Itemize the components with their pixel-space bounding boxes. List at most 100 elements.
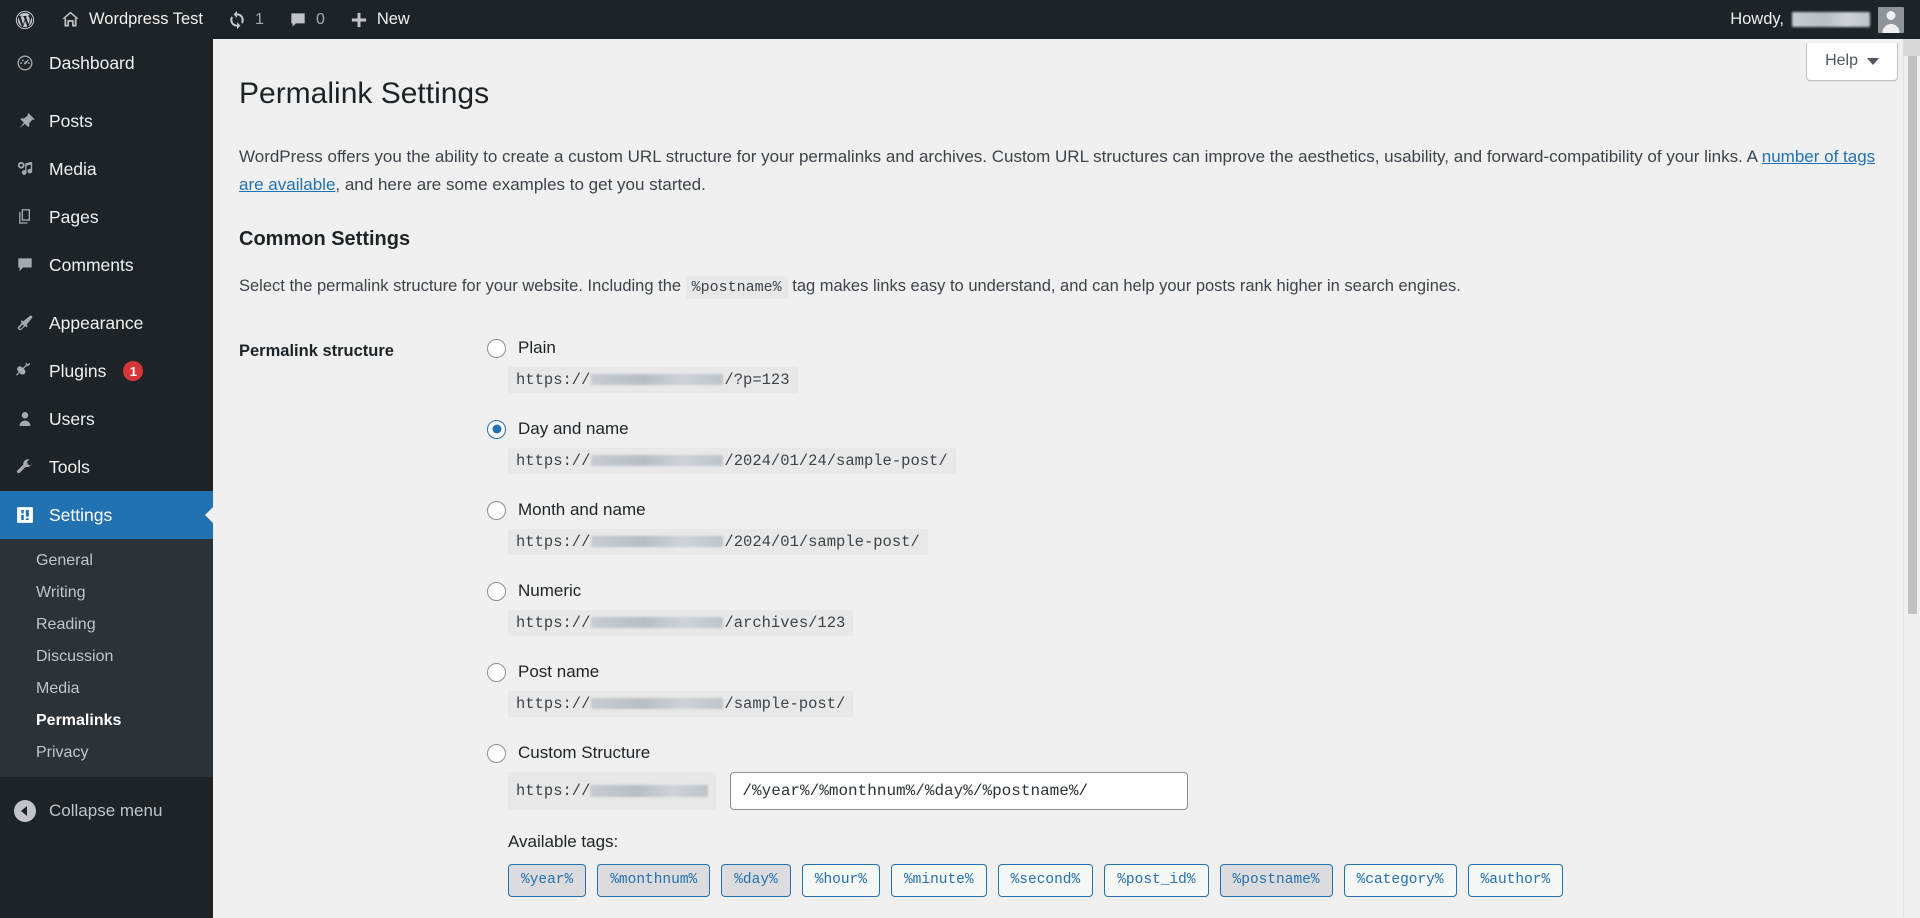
updates-icon <box>227 10 247 30</box>
sidebar-subitem-reading[interactable]: Reading <box>0 609 213 641</box>
new-label: New <box>376 10 410 28</box>
permalink-option-label[interactable]: Numeric <box>518 581 581 601</box>
sidebar-subitem-permalinks[interactable]: Permalinks <box>0 705 213 737</box>
permalink-option-label[interactable]: Post name <box>518 662 599 682</box>
sidebar-item-dashboard[interactable]: Dashboard <box>0 39 213 87</box>
sidebar-item-tools[interactable]: Tools <box>0 443 213 491</box>
sidebar-subitem-discussion[interactable]: Discussion <box>0 641 213 673</box>
permalink-option-numeric: Numeric https:// /archives/123 <box>487 581 1894 637</box>
common-settings-description: Select the permalink structure for your … <box>239 273 1894 300</box>
example-prefix: https:// <box>516 695 591 714</box>
scrollbar-thumb[interactable] <box>1908 39 1917 614</box>
radio-custom-structure[interactable] <box>487 743 506 763</box>
wrench-icon <box>14 456 36 478</box>
sidebar-item-comments[interactable]: Comments <box>0 241 213 289</box>
postname-tag-code: %postname% <box>685 276 788 300</box>
sidebar-item-posts[interactable]: Posts <box>0 97 213 145</box>
desc-text-2: tag makes links easy to understand, and … <box>787 277 1461 296</box>
radio-month-and-name[interactable] <box>487 500 506 520</box>
plug-icon <box>14 360 36 382</box>
example-suffix: /2024/01/sample-post/ <box>724 533 920 552</box>
permalink-option-label[interactable]: Custom Structure <box>518 743 650 763</box>
sidebar-item-label: Appearance <box>49 312 144 333</box>
permalink-example-post-name: https:// /sample-post/ <box>508 691 854 718</box>
settings-icon <box>14 504 36 526</box>
tag-button-hour[interactable]: %hour% <box>801 864 880 898</box>
radio-numeric[interactable] <box>487 581 506 601</box>
plugins-update-badge: 1 <box>123 361 144 381</box>
site-domain-redacted <box>591 374 724 386</box>
sidebar-item-media[interactable]: Media <box>0 145 213 193</box>
permalink-structure-label: Permalink structure <box>239 342 394 361</box>
tag-button-day[interactable]: %day% <box>721 864 791 898</box>
permalink-option-label[interactable]: Plain <box>518 338 556 358</box>
sidebar-item-users[interactable]: Users <box>0 395 213 443</box>
radio-post-name[interactable] <box>487 662 506 682</box>
permalink-option-label[interactable]: Day and name <box>518 419 629 439</box>
updates-count: 1 <box>255 10 264 28</box>
tag-button-author[interactable]: %author% <box>1467 864 1564 898</box>
available-tags-label: Available tags: <box>508 832 619 852</box>
username-redacted <box>1792 12 1870 27</box>
sidebar-subitem-writing[interactable]: Writing <box>0 577 213 609</box>
permalink-structure-form: Permalink structure Plain https:// /?p=12… <box>239 338 1894 898</box>
sidebar-item-label: Comments <box>49 254 134 275</box>
intro-paragraph: WordPress offers you the ability to crea… <box>239 143 1879 198</box>
site-domain-redacted <box>591 698 724 710</box>
help-button[interactable]: Help <box>1806 43 1898 81</box>
collapse-menu-label: Collapse menu <box>49 801 163 820</box>
tag-button-second[interactable]: %second% <box>997 864 1094 898</box>
sidebar-item-label: Posts <box>49 110 93 131</box>
radio-day-and-name[interactable] <box>487 419 506 439</box>
permalink-option-label[interactable]: Month and name <box>518 500 646 520</box>
page-title: Permalink Settings <box>239 77 490 110</box>
sidebar-item-label: Tools <box>49 456 90 477</box>
site-domain-redacted <box>591 617 724 629</box>
my-account-menu[interactable]: Howdy, <box>1716 0 1904 39</box>
tag-button-minute[interactable]: %minute% <box>890 864 987 898</box>
sidebar-subitem-media[interactable]: Media <box>0 673 213 705</box>
permalink-option-day-and-name: Day and name https:// /2024/01/24/sample-… <box>487 419 1894 475</box>
radio-plain[interactable] <box>487 338 506 358</box>
admin-bar-right: Howdy, <box>1716 0 1920 39</box>
site-name-label: Wordpress Test <box>89 10 204 28</box>
sidebar-subitem-general[interactable]: General <box>0 545 213 577</box>
sidebar-item-label: Settings <box>49 504 113 525</box>
example-prefix: https:// <box>516 614 591 633</box>
site-domain-redacted <box>591 536 724 548</box>
sidebar-item-plugins[interactable]: Plugins 1 <box>0 347 213 395</box>
desc-text-1: Select the permalink structure for your … <box>239 277 686 296</box>
site-name-menu[interactable]: Wordpress Test <box>48 0 215 39</box>
tag-button-category[interactable]: %category% <box>1343 864 1457 898</box>
admin-sidebar: Dashboard Posts Media Pages Comments App… <box>0 39 213 918</box>
prefix-text: https:// <box>516 782 591 801</box>
tag-button-monthnum[interactable]: %monthnum% <box>597 864 711 898</box>
sidebar-subitem-privacy[interactable]: Privacy <box>0 737 213 769</box>
tag-button-postname[interactable]: %postname% <box>1219 864 1333 898</box>
comments-count: 0 <box>315 10 325 28</box>
sidebar-item-pages[interactable]: Pages <box>0 193 213 241</box>
wordpress-logo-icon <box>14 9 36 31</box>
example-suffix: /archives/123 <box>724 614 846 633</box>
page-scrollbar[interactable] <box>1903 39 1920 918</box>
scrollbar-up-region[interactable] <box>1903 39 1920 56</box>
updates-menu[interactable]: 1 <box>215 0 276 39</box>
permalink-option-plain: Plain https:// /?p=123 <box>487 338 1894 394</box>
custom-structure-row: https:// <box>508 772 1894 811</box>
wp-logo-menu[interactable] <box>0 0 48 39</box>
chevron-down-icon <box>1867 57 1879 65</box>
admin-bar: Wordpress Test 1 0 New Howdy, <box>0 0 1920 39</box>
comments-menu[interactable]: 0 <box>276 0 337 39</box>
tag-button-post-id[interactable]: %post_id% <box>1104 864 1209 898</box>
collapse-menu-button[interactable]: Collapse menu <box>0 787 213 835</box>
example-suffix: /sample-post/ <box>724 695 846 714</box>
new-content-menu[interactable]: New <box>337 0 422 39</box>
site-domain-redacted <box>590 784 709 797</box>
sidebar-item-settings[interactable]: Settings <box>0 491 213 539</box>
permalink-options-group: Plain https:// /?p=123 Day and name https… <box>487 338 1894 898</box>
custom-structure-input[interactable] <box>730 772 1189 811</box>
sidebar-item-label: Plugins <box>49 360 107 381</box>
sidebar-item-label: Users <box>49 408 95 429</box>
sidebar-item-appearance[interactable]: Appearance <box>0 299 213 347</box>
tag-button-year[interactable]: %year% <box>508 864 587 898</box>
